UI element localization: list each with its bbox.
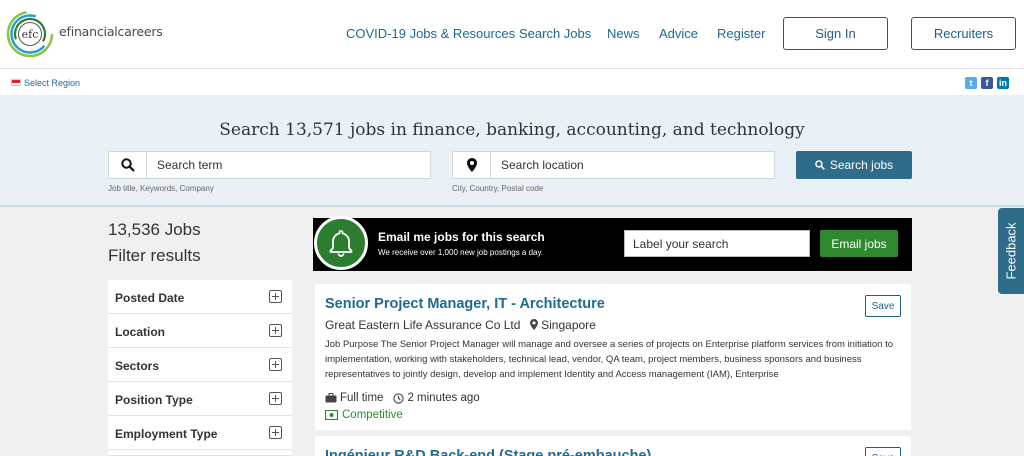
salary-info: Competitive — [325, 409, 403, 421]
job-title-link[interactable]: Senior Project Manager, IT - Architectur… — [325, 296, 605, 312]
facebook-icon[interactable]: f — [981, 77, 993, 89]
search-location-box — [452, 151, 775, 179]
filter-label: Posted Date — [115, 291, 185, 305]
filter-position-type[interactable]: Position Type — [108, 382, 292, 416]
filter-results-heading: Filter results — [108, 246, 201, 265]
filter-label: Sectors — [115, 359, 160, 373]
map-pin-icon — [453, 152, 491, 178]
job-card: Ingénieur R&D Back-end (Stage pré-embauc… — [315, 436, 911, 456]
email-alert-title: Email me jobs for this search — [378, 230, 545, 244]
feedback-label: Feedback — [1003, 222, 1019, 280]
logo-mark: efc — [22, 28, 39, 41]
sign-in-button[interactable]: Sign In — [783, 17, 888, 50]
job-card: Senior Project Manager, IT - Architectur… — [315, 284, 911, 430]
filter-location[interactable]: Location — [108, 314, 292, 348]
job-meta: Full time 2 minutes ago — [325, 392, 480, 404]
expand-plus-icon[interactable] — [269, 426, 282, 439]
search-icon — [109, 152, 147, 178]
save-job-button[interactable]: Save — [865, 447, 901, 456]
filter-label: Employment Type — [115, 427, 218, 441]
company-name: Great Eastern Life Assurance Co Ltd — [325, 318, 521, 332]
search-jobs-label: Search jobs — [829, 158, 894, 172]
search-location-input[interactable] — [491, 152, 774, 178]
filter-label: Location — [115, 325, 165, 339]
filter-sectors[interactable]: Sectors — [108, 348, 292, 382]
label-search-input[interactable] — [624, 230, 810, 257]
recruiters-button[interactable]: Recruiters — [911, 17, 1016, 50]
email-jobs-button[interactable]: Email jobs — [820, 230, 898, 257]
search-headline: Search 13,571 jobs in finance, banking, … — [219, 120, 805, 140]
search-term-box — [108, 151, 431, 179]
nav-covid-jobs[interactable]: COVID-19 Jobs & Resources — [346, 26, 515, 41]
email-alert-bar: Email me jobs for this search We receive… — [313, 216, 912, 271]
job-company-location: Great Eastern Life Assurance Co Ltd Sing… — [325, 318, 596, 333]
search-button-icon — [815, 160, 825, 170]
site-header: efc efinancialcareers COVID-19 Jobs & Re… — [0, 0, 1024, 68]
expand-plus-icon[interactable] — [269, 358, 282, 371]
expand-plus-icon[interactable] — [269, 392, 282, 405]
job-count: 13,536 Jobs — [108, 220, 201, 239]
search-term-input[interactable] — [147, 152, 430, 178]
search-location-hint: City, Country, Postal code — [452, 184, 544, 193]
money-icon — [325, 410, 338, 420]
search-term-hint: Job title, Keywords, Company — [108, 184, 214, 193]
linkedin-icon[interactable]: in — [997, 77, 1009, 89]
nav-advice[interactable]: Advice — [659, 26, 698, 41]
job-title-link[interactable]: Ingénieur R&D Back-end (Stage pré-embauc… — [325, 448, 651, 456]
twitter-icon[interactable]: t — [965, 77, 977, 89]
filter-employment-type[interactable]: Employment Type — [108, 416, 292, 450]
feedback-tab[interactable]: Feedback — [998, 208, 1024, 294]
efc-logo[interactable]: efc — [6, 10, 54, 58]
save-job-button[interactable]: Save — [865, 295, 901, 317]
posted-time: 2 minutes ago — [407, 392, 480, 404]
filter-more — [108, 450, 292, 456]
search-section: Search 13,571 jobs in finance, banking, … — [0, 95, 1024, 207]
nav-search-jobs[interactable]: Search Jobs — [519, 26, 591, 41]
filter-posted-date[interactable]: Posted Date — [108, 280, 292, 314]
location-pin-icon — [529, 319, 538, 333]
nav-news[interactable]: News — [607, 26, 640, 41]
salary-text: Competitive — [342, 409, 403, 421]
expand-plus-icon[interactable] — [269, 324, 282, 337]
expand-plus-icon[interactable] — [269, 290, 282, 303]
clock-icon — [393, 392, 405, 404]
email-alert-subtitle: We receive over 1,000 new job postings a… — [378, 248, 544, 257]
singapore-flag-icon — [11, 79, 21, 86]
logo-wordmark[interactable]: efinancialcareers — [59, 24, 163, 39]
filter-label: Position Type — [115, 393, 193, 407]
select-region-link[interactable]: Select Region — [24, 78, 80, 88]
bell-icon — [314, 216, 368, 270]
job-location: Singapore — [541, 318, 596, 332]
region-bar: Select Region t f in — [0, 68, 1024, 95]
nav-register[interactable]: Register — [717, 26, 765, 41]
briefcase-icon — [325, 393, 337, 403]
employment-type: Full time — [340, 392, 384, 404]
job-description: Job Purpose The Senior Project Manager w… — [325, 339, 893, 380]
search-jobs-button[interactable]: Search jobs — [796, 151, 912, 179]
